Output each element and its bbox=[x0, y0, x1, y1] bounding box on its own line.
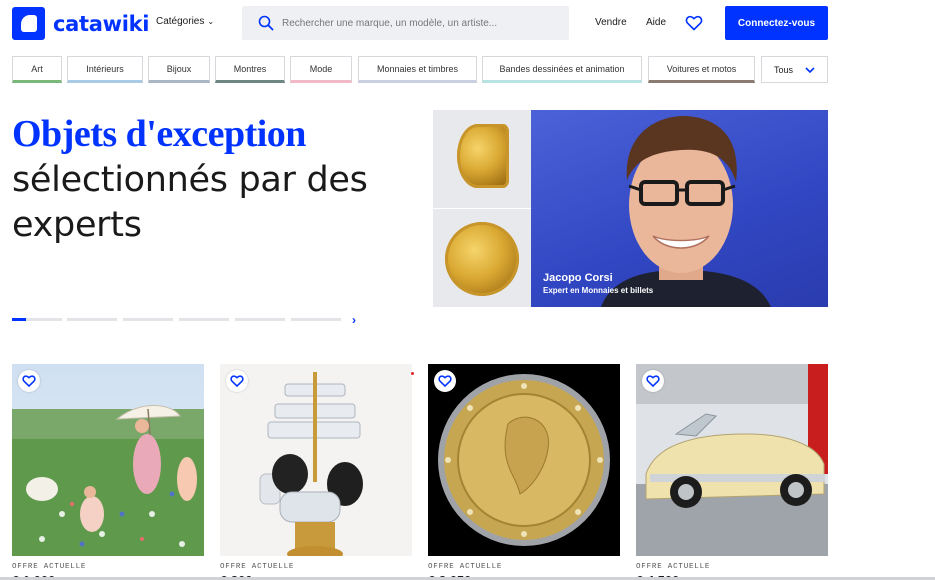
chip-interieurs[interactable]: Intérieurs bbox=[67, 56, 143, 83]
favorite-heart-icon[interactable] bbox=[642, 370, 664, 392]
chevron-down-icon bbox=[805, 66, 815, 73]
gold-coin-image bbox=[457, 124, 509, 188]
chip-label: Art bbox=[31, 63, 43, 74]
chip-label: Bijoux bbox=[166, 63, 192, 74]
lot-image-car[interactable] bbox=[636, 364, 828, 556]
chip-label: Intérieurs bbox=[86, 63, 124, 74]
favorite-heart-icon[interactable] bbox=[226, 370, 248, 392]
lot-image-coin[interactable] bbox=[428, 364, 620, 556]
hero-title-highlight: Objets d'exception bbox=[12, 113, 306, 155]
expert-name: Jacopo Corsi bbox=[543, 272, 613, 284]
coins-panel bbox=[433, 110, 531, 307]
lot-image-painting[interactable] bbox=[12, 364, 204, 556]
chevron-down-icon: ⌄ bbox=[207, 17, 215, 26]
lot-card[interactable]: OFFRE ACTUELLE € 2 650 bbox=[428, 364, 620, 580]
chip-label: Bandes dessinées et animation bbox=[499, 63, 625, 74]
chip-label: Monnaies et timbres bbox=[376, 63, 459, 74]
search-input[interactable] bbox=[282, 17, 562, 29]
categories-menu[interactable]: Catégories ⌄ bbox=[156, 16, 214, 27]
live-indicator-dot bbox=[411, 372, 414, 375]
chevron-right-icon[interactable]: › bbox=[352, 313, 356, 327]
header: catawiki Catégories ⌄ Vendre Aide Connec… bbox=[0, 0, 935, 46]
logo-text: catawiki bbox=[53, 11, 150, 36]
carousel-dot-6[interactable] bbox=[291, 318, 341, 321]
help-link[interactable]: Aide bbox=[646, 17, 666, 28]
hero-title: sélectionnés par des experts bbox=[12, 160, 368, 245]
hero-banner-image[interactable]: Jacopo Corsi Expert en Monnaies et bille… bbox=[433, 110, 828, 307]
chip-voitures-et-motos[interactable]: Voitures et motos bbox=[648, 56, 755, 83]
search-icon[interactable] bbox=[258, 15, 274, 31]
chip-monnaies-et-timbres[interactable]: Monnaies et timbres bbox=[358, 56, 477, 83]
chip-label: Montres bbox=[233, 63, 267, 74]
lot-image-decanter[interactable] bbox=[220, 364, 412, 556]
lot-card[interactable]: OFFRE ACTUELLE € 300 bbox=[220, 364, 412, 580]
sell-link[interactable]: Vendre bbox=[595, 17, 627, 28]
lot-bid-label: OFFRE ACTUELLE bbox=[428, 563, 503, 571]
chip-bandes-dessinees[interactable]: Bandes dessinées et animation bbox=[482, 56, 642, 83]
gold-coin-image bbox=[445, 222, 519, 296]
lot-bid-label: OFFRE ACTUELLE bbox=[636, 563, 711, 571]
carousel-dot-1[interactable] bbox=[12, 318, 62, 321]
categories-label: Catégories bbox=[156, 16, 205, 27]
lot-bid-label: OFFRE ACTUELLE bbox=[12, 563, 87, 571]
carousel-dot-2[interactable] bbox=[67, 318, 117, 321]
expert-role: Expert en Monnaies et billets bbox=[543, 286, 654, 295]
chip-art[interactable]: Art bbox=[12, 56, 62, 83]
favorites-heart-icon[interactable] bbox=[685, 14, 703, 32]
lot-card[interactable]: OFFRE ACTUELLE € 4 500 bbox=[636, 364, 828, 580]
favorite-heart-icon[interactable] bbox=[18, 370, 40, 392]
chip-mode[interactable]: Mode bbox=[290, 56, 352, 83]
logo-icon bbox=[12, 7, 45, 40]
chip-bijoux[interactable]: Bijoux bbox=[148, 56, 210, 83]
chip-montres[interactable]: Montres bbox=[215, 56, 285, 83]
carousel-dot-3[interactable] bbox=[123, 318, 173, 321]
connect-button[interactable]: Connectez-vous bbox=[725, 6, 828, 40]
lot-bid-label: OFFRE ACTUELLE bbox=[220, 563, 295, 571]
chip-label: Mode bbox=[309, 63, 333, 74]
carousel-dot-5[interactable] bbox=[235, 318, 285, 321]
favorite-heart-icon[interactable] bbox=[434, 370, 456, 392]
chip-all-label: Tous bbox=[774, 64, 794, 75]
chip-label: Voitures et motos bbox=[666, 63, 737, 74]
search-bar bbox=[242, 6, 569, 40]
carousel-dot-4[interactable] bbox=[179, 318, 229, 321]
chip-all-dropdown[interactable]: Tous bbox=[761, 56, 828, 83]
catawiki-logo[interactable]: catawiki bbox=[12, 7, 150, 40]
lot-card[interactable]: OFFRE ACTUELLE € 1 000 bbox=[12, 364, 204, 580]
